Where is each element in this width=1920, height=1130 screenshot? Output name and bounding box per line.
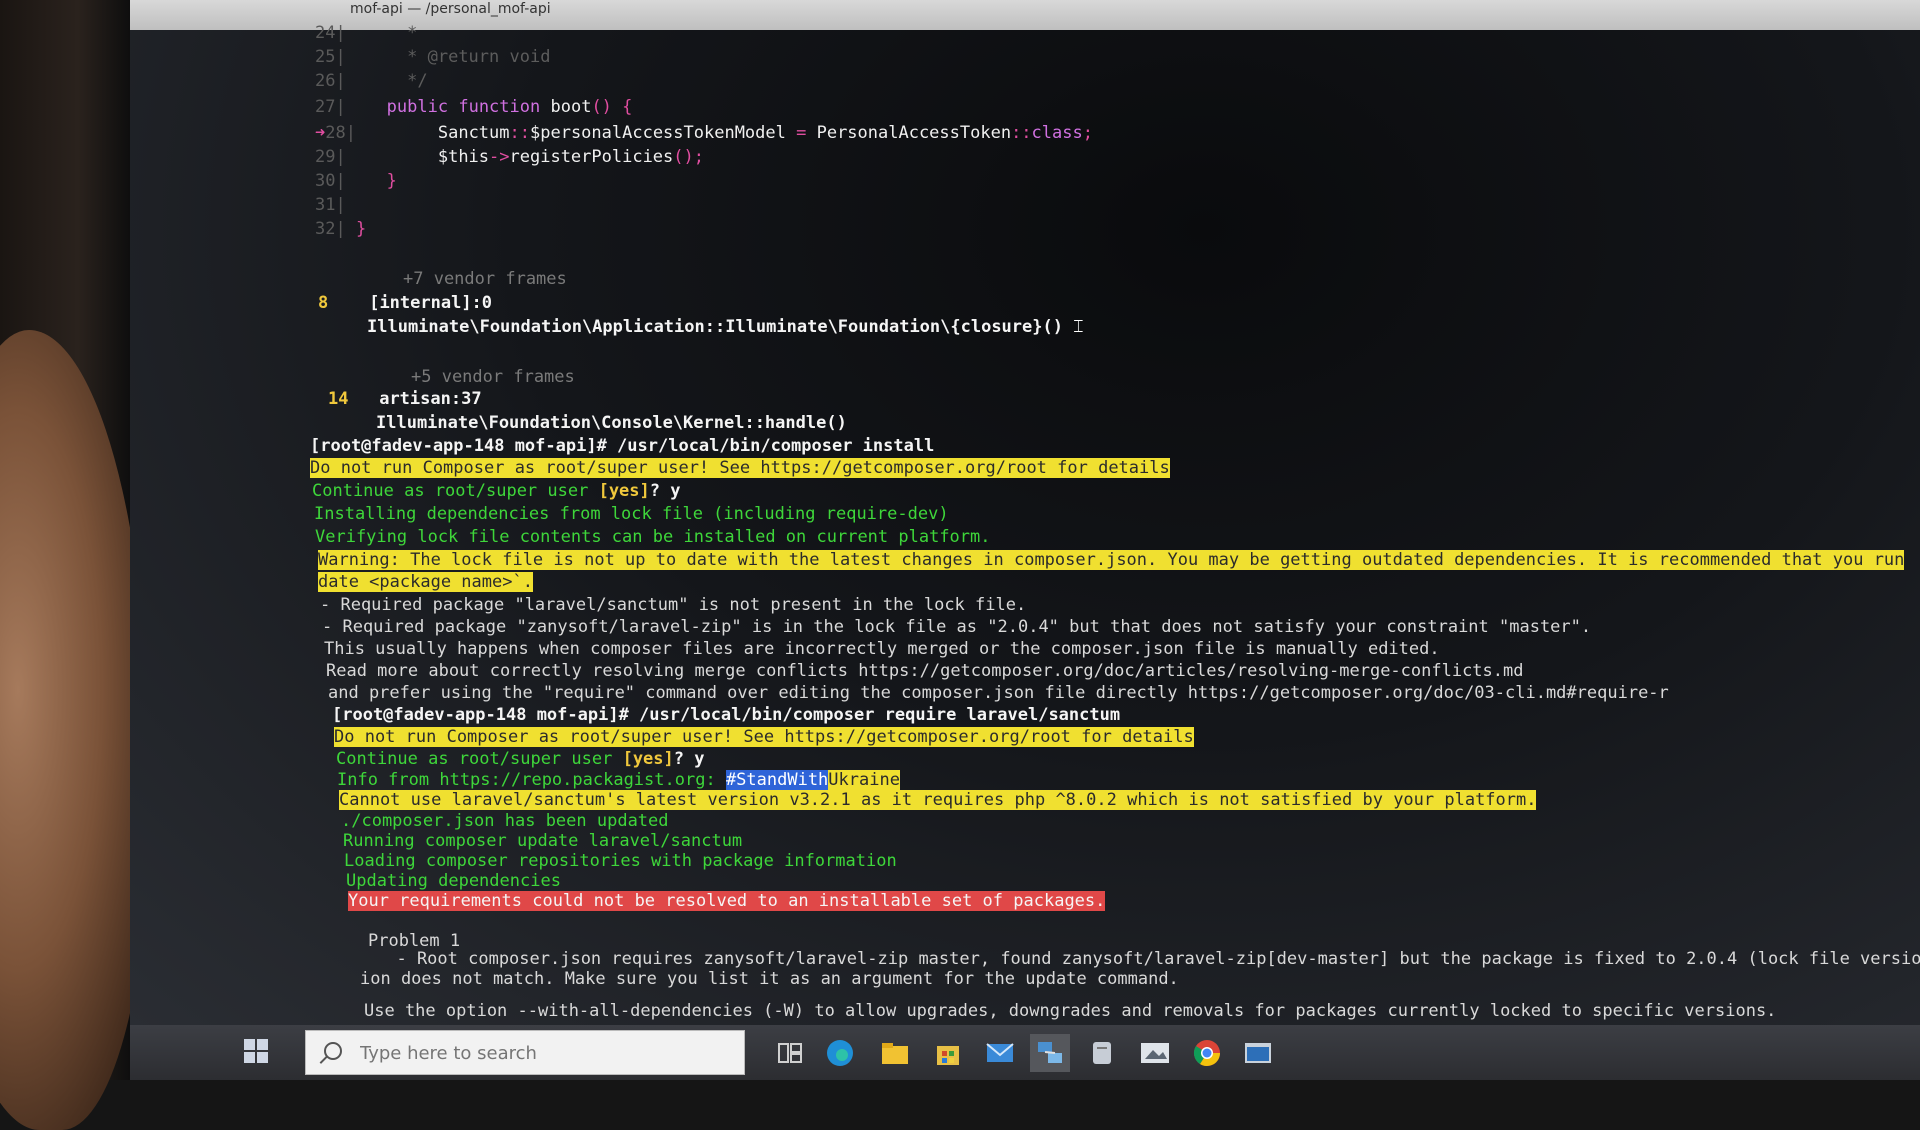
required-zip-line: - Required package "zanysoft/laravel-zip… xyxy=(322,617,1592,637)
vendor-frames-5: +5 vendor frames xyxy=(411,367,575,387)
updating-deps-line: Updating dependencies xyxy=(346,871,561,891)
trace-frame-14: 14 artisan:37 xyxy=(328,389,482,409)
lock-warning-line-1: Warning: The lock file is not up to date… xyxy=(318,550,1905,570)
media-app-icon[interactable] xyxy=(1135,1034,1175,1072)
loading-repos-line: Loading composer repositories with packa… xyxy=(344,851,897,871)
cannot-use-line: Cannot use laravel/sanctum's latest vers… xyxy=(339,790,1537,810)
notes-app-icon[interactable] xyxy=(1082,1034,1122,1072)
code-line-26: 26| */ xyxy=(315,71,428,91)
code-line-30: 30| } xyxy=(315,171,397,191)
code-line-32: 32| } xyxy=(315,219,367,239)
text-cursor-icon: ⌶ xyxy=(1073,317,1084,337)
continue-prompt-2: Continue as root/super user [yes]? y xyxy=(336,749,705,769)
window-title: mof-api — /personal_mof-api xyxy=(350,1,551,17)
trace-frame-8-call: Illuminate\Foundation\Application::Illum… xyxy=(367,317,1084,337)
version-mismatch-line: ion does not match. Make sure you list i… xyxy=(360,969,1179,989)
trace-frame-14-call: Illuminate\Foundation\Console\Kernel::ha… xyxy=(376,413,847,433)
windows-taskbar xyxy=(130,1025,1920,1080)
terminal-window[interactable]: 24| * 25| * @return void 26| */ 27| publ… xyxy=(130,23,1920,1025)
shell-prompt-require: [root@fadev-app-148 mof-api]# /usr/local… xyxy=(332,705,1121,725)
vendor-frames-7: +7 vendor frames xyxy=(403,269,567,289)
root-warning-1: Do not run Composer as root/super user! … xyxy=(310,458,1170,478)
store-icon[interactable] xyxy=(928,1034,968,1072)
trace-frame-8: 8 [internal]:0 xyxy=(318,293,493,313)
usually-happens-line: This usually happens when composer files… xyxy=(324,639,1440,659)
windows-icon[interactable] xyxy=(238,1033,278,1073)
terminal-app-icon[interactable] xyxy=(1238,1034,1278,1072)
mail-icon[interactable] xyxy=(980,1034,1020,1072)
code-line-24: 24| * xyxy=(315,23,418,43)
search-icon xyxy=(324,1042,342,1060)
taskbar-search-input[interactable] xyxy=(358,1039,722,1067)
root-requires-line: - Root composer.json requires zanysoft/l… xyxy=(376,949,1920,969)
installing-line: Installing dependencies from lock file (… xyxy=(314,504,949,524)
packagist-info-line: Info from https://repo.packagist.org: #S… xyxy=(337,770,900,790)
network-app-icon[interactable] xyxy=(1030,1034,1070,1072)
with-all-dependencies-hint: Use the option --with-all-dependencies (… xyxy=(364,1001,1777,1021)
required-sanctum-line: - Required package "laravel/sanctum" is … xyxy=(320,595,1027,615)
continue-prompt-1: Continue as root/super user [yes]? y xyxy=(312,481,681,501)
running-update-line: Running composer update laravel/sanctum xyxy=(343,831,743,851)
taskbar-search-box[interactable] xyxy=(305,1030,745,1075)
root-warning-2: Do not run Composer as root/super user! … xyxy=(334,727,1194,747)
code-line-28: ➜28| Sanctum::$personalAccessTokenModel … xyxy=(315,123,1093,143)
shell-prompt-install: [root@fadev-app-148 mof-api]# /usr/local… xyxy=(310,436,935,456)
task-view-icon[interactable] xyxy=(770,1034,810,1072)
lock-warning-line-2: date <package name>`. xyxy=(318,572,533,592)
read-more-line: Read more about correctly resolving merg… xyxy=(326,661,1524,681)
code-line-31: 31| xyxy=(315,195,346,215)
error-unresolvable-line: Your requirements could not be resolved … xyxy=(348,891,1106,911)
error-line-marker: ➜ xyxy=(315,123,326,143)
file-explorer-icon[interactable] xyxy=(875,1034,915,1072)
prefer-require-line: and prefer using the "require" command o… xyxy=(328,683,1669,703)
edge-icon[interactable] xyxy=(820,1034,860,1072)
code-line-25: 25| * @return void xyxy=(315,47,551,67)
selected-text: #StandWith xyxy=(725,770,829,790)
verifying-line: Verifying lock file contents can be inst… xyxy=(315,527,991,547)
json-updated-line: ./composer.json has been updated xyxy=(341,811,669,831)
chrome-icon[interactable] xyxy=(1187,1034,1227,1072)
code-line-27: 27| public function boot() { xyxy=(315,97,633,117)
code-line-29: 29| $this->registerPolicies(); xyxy=(315,147,704,167)
